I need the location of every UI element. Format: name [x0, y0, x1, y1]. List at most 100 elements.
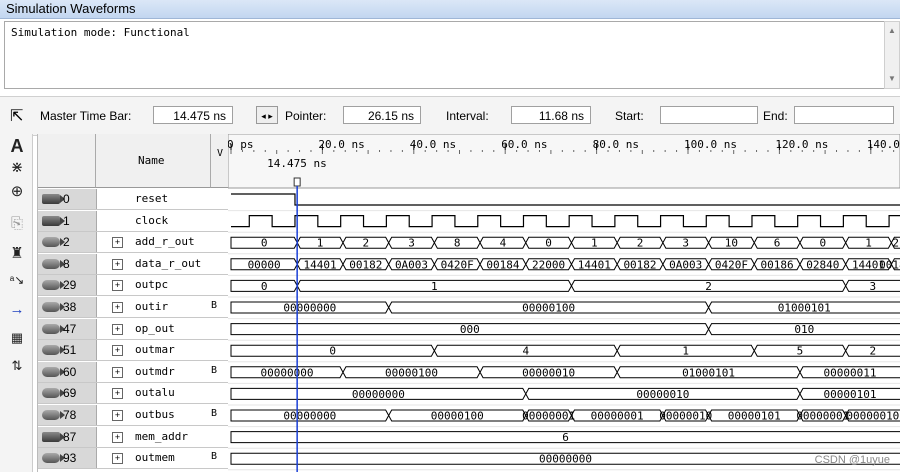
pin-cell: 69 — [38, 383, 97, 404]
waveform-outmdr: 00000000 00000100 00000010 01000101 00000011 — [230, 366, 900, 379]
signal-row[interactable]: 47 + op_out — [38, 318, 229, 340]
signal-row[interactable]: 1 clock — [38, 210, 229, 232]
signal-row[interactable]: 0 reset — [38, 189, 229, 210]
bus-value-label: 01000101 — [778, 302, 831, 315]
bus-value-label: 0 — [261, 237, 268, 250]
copy-icon[interactable]: ⎘ — [6, 214, 28, 234]
bus-value-label: 00000000 — [539, 453, 592, 466]
bus-value-label: 1 — [317, 237, 324, 250]
expand-icon[interactable]: + — [112, 366, 123, 378]
start-field[interactable] — [660, 106, 758, 124]
value-column-header[interactable]: V — [211, 134, 229, 188]
bus-value-label: 1 — [682, 345, 689, 358]
bus-value-label: 00000010 — [522, 366, 575, 379]
signal-name: add_r_out — [135, 235, 195, 249]
find-icon[interactable]: ♜ — [6, 244, 28, 264]
bus-value-label: 00000101 — [728, 410, 781, 423]
expand-icon[interactable]: + — [112, 237, 123, 249]
expand-icon[interactable]: + — [112, 345, 123, 357]
end-field[interactable] — [794, 106, 894, 124]
scroll-down-icon[interactable]: ▼ — [885, 72, 899, 86]
interval-field[interactable]: 11.68 ns — [511, 106, 591, 124]
expand-icon[interactable]: + — [112, 323, 123, 335]
bus-value-label: 3 — [870, 280, 877, 293]
bus-value-label: 01000101 — [682, 366, 735, 379]
pointer-field[interactable]: 26.15 ns — [343, 106, 421, 124]
signal-name: outmar — [135, 343, 175, 357]
bus-value-label: 0A003 — [669, 258, 702, 271]
pin-cell: 51 — [38, 340, 97, 361]
signal-index: 0 — [63, 192, 70, 206]
bus-value-label: 00000000 — [352, 388, 405, 401]
waveform-canvas[interactable]: 0 ps 20.0 ns 40.0 ns 60.0 ns 80.0 ns 100.0 ns… — [227, 133, 900, 472]
name-header-label: Name — [138, 154, 165, 167]
signal-row[interactable]: 93 + outmem B — [38, 448, 229, 470]
signal-row[interactable]: 78 + outbus B — [38, 405, 229, 426]
bus-value-label: 14401 — [578, 258, 611, 271]
start-label: Start: — [615, 109, 644, 123]
waveform-panel[interactable]: 0 ps 20.0 ns 40.0 ns 60.0 ns 80.0 ns 100.0 ns… — [227, 133, 900, 472]
output-pin-icon — [42, 280, 65, 291]
expand-icon[interactable]: + — [112, 453, 123, 465]
time-tick-label: 60.0 ns — [501, 138, 547, 151]
signal-row[interactable]: 51 + outmar — [38, 340, 229, 362]
waveform-outmar: 0 4 1 5 2 — [230, 344, 900, 358]
expand-icon[interactable]: + — [112, 280, 123, 292]
pin-cell: 8 — [38, 253, 97, 274]
time-tick-label: 80.0 ns — [593, 138, 639, 151]
signal-row[interactable]: 38 + outir B — [38, 297, 229, 318]
bus-value-label: 00000100 — [431, 410, 484, 423]
waveform-editing-icon[interactable]: ⋇ — [6, 158, 28, 178]
bus-value-label: 00000000 — [260, 366, 313, 379]
signal-row[interactable]: 29 + outpc — [38, 275, 229, 297]
next-transition-icon[interactable]: → — [6, 300, 28, 320]
text-tool-icon[interactable]: A — [6, 136, 28, 156]
pin-cell: 87 — [38, 426, 97, 447]
interval-label: Interval: — [446, 109, 489, 123]
expand-icon[interactable]: + — [112, 388, 123, 400]
pin-cell: 2 — [38, 232, 97, 253]
master-time-field[interactable]: 14.475 ns — [153, 106, 233, 124]
group-icon[interactable]: ▦ — [6, 328, 28, 348]
bus-value-label: 00186 — [761, 258, 794, 271]
bus-value-label: 10 — [725, 237, 738, 250]
sort-icon[interactable]: ⇅ — [6, 356, 28, 376]
expand-icon[interactable]: + — [112, 302, 123, 313]
time-bar-stepper[interactable]: ◂ ▸ — [256, 106, 278, 124]
signal-index: 29 — [63, 278, 77, 293]
name-column-header[interactable]: Name — [96, 134, 211, 188]
signal-row[interactable]: 60 + outmdr B — [38, 361, 229, 383]
signal-row[interactable]: 87 + mem_addr — [38, 426, 229, 448]
bus-value-label: 14401 — [304, 258, 337, 271]
signal-row[interactable]: 69 + outalu — [38, 383, 229, 405]
signal-name: mem_addr — [135, 429, 188, 443]
bus-value-label: 0 — [545, 237, 552, 250]
bus-value-label: 5 — [797, 345, 804, 358]
waveform-reset — [231, 193, 900, 206]
window-title: Simulation Waveforms — [6, 1, 136, 16]
expand-icon[interactable]: + — [112, 258, 123, 270]
signal-index: 2 — [63, 235, 70, 250]
bus-value-label: 00000001 — [796, 410, 849, 423]
signal-name: outalu — [135, 386, 175, 400]
signal-radix: B — [211, 364, 218, 376]
signal-row[interactable]: 8 + data_r_out — [38, 253, 229, 275]
pointer-label: Pointer: — [285, 109, 327, 123]
scroll-up-icon[interactable]: ▲ — [885, 24, 899, 38]
bus-value-label: 00000011 — [823, 366, 876, 379]
pointer-arrow-icon[interactable]: ⇱ — [10, 106, 23, 126]
replace-icon[interactable]: ᵃ↘ — [6, 270, 28, 290]
expand-icon[interactable]: + — [112, 410, 123, 421]
waveform-outalu: 00000000 00000010 00000101 — [230, 388, 900, 401]
time-tick-label: 120.0 ns — [775, 138, 828, 151]
mode-scrollbar[interactable]: ▲ ▼ — [884, 21, 900, 89]
signal-row[interactable]: 2 + add_r_out — [38, 232, 229, 254]
expand-icon[interactable]: + — [112, 431, 123, 443]
signal-name: reset — [135, 192, 169, 205]
signal-name: op_out — [135, 321, 175, 335]
signal-name: data_r_out — [135, 256, 202, 270]
waveform-outmem: 00000000 — [230, 452, 900, 466]
time-tick-label: 0 ps — [228, 138, 254, 151]
zoom-icon[interactable]: ⊕ — [6, 182, 28, 202]
bus-value-label: 00184 — [486, 258, 519, 271]
